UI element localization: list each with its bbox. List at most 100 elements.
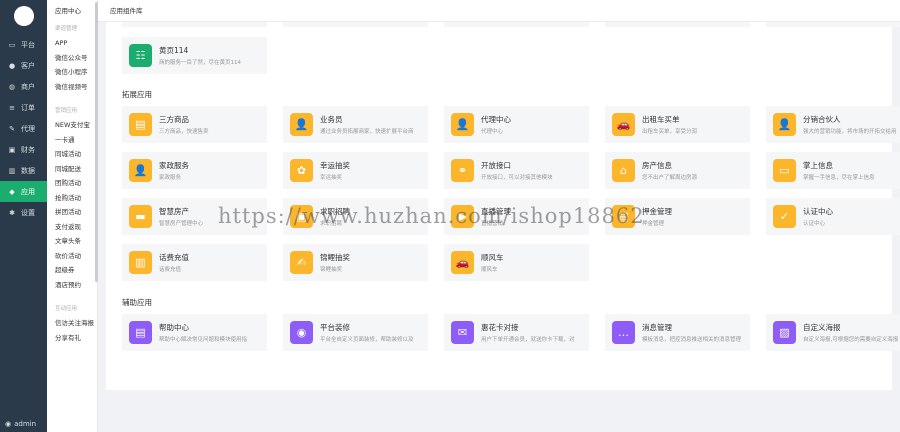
subnav-link[interactable]: 文章头条 xyxy=(47,234,97,249)
breadcrumb: 应用组件库 xyxy=(98,0,900,22)
sidebar-item-label: 数据 xyxy=(21,166,35,175)
subnav-link[interactable]: NEW支付宝 xyxy=(47,118,97,133)
app-card[interactable]: ▤ 三方商品 三方商品，快速售卖 xyxy=(122,106,267,143)
section-title-extend: 拓展应用 xyxy=(122,90,152,99)
app-card-title: 开放接口 xyxy=(481,161,511,170)
app-card[interactable]: ▨ 自定义海报 自定义海报,可根据您的需要自定义海报 xyxy=(766,314,900,351)
subnav-link[interactable]: 同城活动 xyxy=(47,147,97,162)
partner-icon: 👤 xyxy=(773,113,796,136)
subnav-link[interactable]: 抢购活动 xyxy=(47,191,97,206)
sidebar-item-label: 财务 xyxy=(21,145,35,154)
app-card[interactable]: ✍ 锦鲤抽奖 锦鲤抽奖 xyxy=(283,244,428,281)
app-card[interactable]: ▬ 智慧房产 智慧房产管理中心 xyxy=(122,198,267,235)
user-menu[interactable]: ◉ admin xyxy=(5,420,36,428)
app-card-title: 押金管理 xyxy=(642,207,672,216)
app-card-title: 分销合伙人 xyxy=(803,115,841,124)
subnav-link[interactable]: 信访关注海报 xyxy=(47,316,97,331)
subnav-link[interactable]: APP xyxy=(47,36,97,51)
sidebar-item-users[interactable]: ◍ 商户 xyxy=(0,76,47,97)
app-card-title: 业务员 xyxy=(320,115,343,124)
app-card[interactable]: … 消息管理 模板消息，把控消息推送相关的消息管理 xyxy=(605,314,750,351)
app-card[interactable]: 👤 分销合伙人强大的营销功能，将市场的开拓交给用 xyxy=(766,106,900,143)
app-card-desc: 通过业务员拓展商家，快速扩展平台商 xyxy=(320,129,414,135)
car-icon: 🚗 xyxy=(612,113,635,136)
subnav-group-channels: 渠道管理 xyxy=(55,26,78,32)
housekeeping-icon: 👤 xyxy=(129,159,152,182)
subnav-link[interactable]: 一卡通 xyxy=(47,133,97,148)
app-card-title: 帮助中心 xyxy=(159,323,189,332)
app-card-title: 房产信息 xyxy=(642,161,672,170)
app-card-title: 锦鲤抽奖 xyxy=(320,253,350,262)
poster-icon: ▨ xyxy=(773,321,796,344)
app-card-desc: 三方商品，快速售卖 xyxy=(159,129,209,135)
app-card-title: 家政服务 xyxy=(159,161,189,170)
app-card-desc: 强大的营销功能，将市场的开拓交给用 xyxy=(803,129,897,135)
yellowpages-icon: ☷ xyxy=(129,44,152,67)
logo[interactable] xyxy=(13,6,34,26)
subnav-link[interactable]: 酒店预约 xyxy=(47,278,97,293)
agent-icon: 👤 xyxy=(451,113,474,136)
app-card-title: 智慧房产 xyxy=(159,207,189,216)
users-icon: ◍ xyxy=(8,82,16,91)
app-card[interactable]: ✿ 幸运抽奖 幸运抽奖 xyxy=(283,152,428,189)
app-card[interactable]: ☷ 黄页114 商的服务一目了然，尽在黄页114 xyxy=(122,37,267,74)
shield-icon: ✓ xyxy=(773,205,796,228)
subnav-link[interactable]: 超级券 xyxy=(47,263,97,278)
app-library-panel: ☷ 黄页114 商的服务一目了然，尽在黄页114 ▤ 三方商品 三方商品，快速售卖 👤 业务员… xyxy=(106,22,900,390)
app-card[interactable]: 👤 家政服务 家政服务 xyxy=(122,152,267,189)
sidebar-item-label: 平台 xyxy=(21,40,35,49)
subnav-link[interactable]: 拼团活动 xyxy=(47,205,97,220)
app-card[interactable]: 👤 业务员 通过业务员拓展商家，快速扩展平台商 xyxy=(283,106,428,143)
app-card[interactable]: ⚭ 开放接口 开放接口，可以对接其他模块 xyxy=(444,152,589,189)
app-card-title: 幸运抽奖 xyxy=(320,161,350,170)
app-card-title: 三方商品 xyxy=(159,115,189,124)
sidebar-item-user[interactable]: ● 客户 xyxy=(0,55,47,76)
subnav-link[interactable]: 分享有礼 xyxy=(47,331,97,346)
app-card[interactable]: ▥ 话费充值 话费充值 xyxy=(122,244,267,281)
job-icon: ▣ xyxy=(290,205,313,228)
sidebar-item-finance[interactable]: ▣ 财务 xyxy=(0,139,47,160)
subnav-link[interactable]: 砍价活动 xyxy=(47,249,97,264)
app-card[interactable]: ⌂ 房产信息 您不出户了解周边房源 xyxy=(605,152,750,189)
subnav-link[interactable]: 微信小程序 xyxy=(47,65,97,80)
app-card[interactable]: ◉ 平台装修 平台全自定义页面装修，帮助装修以及 xyxy=(283,314,428,351)
app-card[interactable]: ▤ 帮助中心 帮助中心解决常见问题和模块使用指 xyxy=(122,314,267,351)
section-title-assist: 辅助应用 xyxy=(122,298,152,307)
app-card-desc: 代理中心 xyxy=(481,129,504,135)
app-card[interactable]: ✓ 认证中心 认证中心 xyxy=(766,198,900,235)
subnav-link[interactable]: 微信视频号 xyxy=(47,80,97,95)
app-card-desc: 您不出户了解周边房源 xyxy=(642,175,698,181)
sidebar-item-monitor[interactable]: ▭ 平台 xyxy=(0,34,47,55)
sidebar-item-list[interactable]: ≡ 订单 xyxy=(0,97,47,118)
app-card[interactable]: ▭ 掌上信息 掌握一手信息，尽在掌上信息 xyxy=(766,152,900,189)
app-card-title: 消息管理 xyxy=(642,323,672,332)
app-card-desc: 话费充值 xyxy=(159,267,182,273)
subnav-link[interactable]: 支付返现 xyxy=(47,220,97,235)
subnav-group-interactive: 互动应用 xyxy=(55,306,78,312)
subnav-link[interactable]: 微信公众号 xyxy=(47,51,97,66)
app-card[interactable]: 🚗 顺风车 顺风车 xyxy=(444,244,589,281)
sidebar-item-gear[interactable]: ✱ 设置 xyxy=(0,202,47,223)
app-card[interactable]: 🚗 出租车买单 出租车买单，享受分润 xyxy=(605,106,750,143)
app-card[interactable]: ▶ 直播管理 直播营销 xyxy=(444,198,589,235)
chart-icon: ▥ xyxy=(8,166,16,175)
sidebar-item-chart[interactable]: ▥ 数据 xyxy=(0,160,47,181)
subnav-title: 应用中心 xyxy=(55,7,81,15)
app-card[interactable]: ▤ 押金管理 押金管理 xyxy=(605,198,750,235)
help-icon: ▤ xyxy=(129,321,152,344)
app-card-title: 自定义海报 xyxy=(803,323,841,332)
sidebar-item-edit[interactable]: ✎ 代理 xyxy=(0,118,47,139)
app-card-desc: 智慧房产管理中心 xyxy=(159,221,204,227)
subnav-link[interactable]: 团购活动 xyxy=(47,176,97,191)
app-card[interactable]: ✉ 惠花卡对接 用户下单开通会员，就送你卡下载，对 xyxy=(444,314,589,351)
sidebar-item-app[interactable]: ◆ 应用 xyxy=(0,181,47,202)
app-card[interactable]: 👤 代理中心 代理中心 xyxy=(444,106,589,143)
app-card[interactable]: ▣ 求职招聘 求职招聘 xyxy=(283,198,428,235)
app-card-title: 代理中心 xyxy=(481,115,511,124)
app-card-title: 黄页114 xyxy=(159,46,189,55)
recharge-icon: ▥ xyxy=(129,251,152,274)
chat-icon: … xyxy=(612,321,635,344)
subnav-link[interactable]: 同城配送 xyxy=(47,162,97,177)
app-card-title: 求职招聘 xyxy=(320,207,350,216)
app-card-desc: 认证中心 xyxy=(803,221,826,227)
